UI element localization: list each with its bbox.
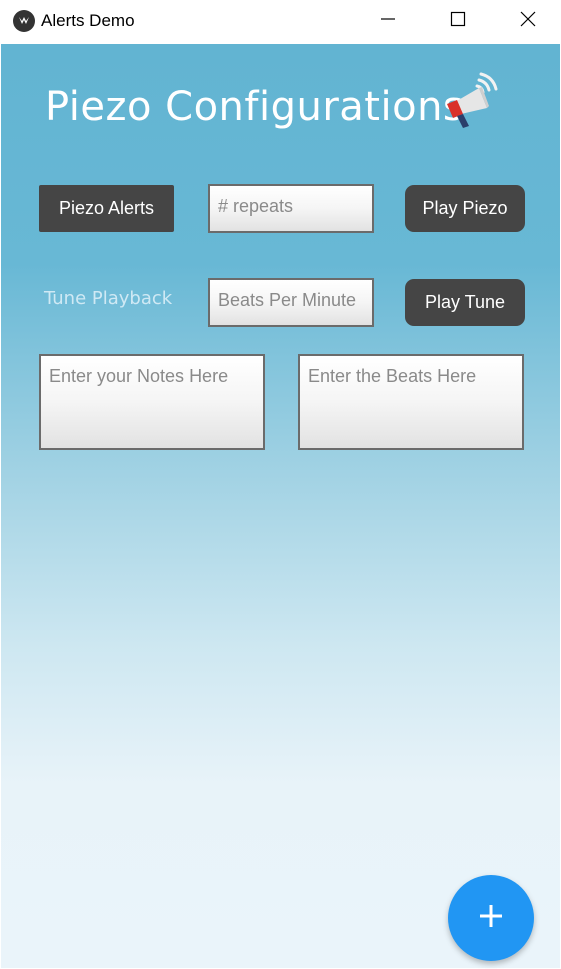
megaphone-icon — [441, 72, 499, 130]
maximize-button[interactable] — [435, 0, 481, 42]
notes-input[interactable]: Enter your Notes Here — [39, 354, 265, 450]
repeats-input[interactable]: # repeats — [208, 184, 374, 233]
maximize-icon — [450, 11, 466, 31]
minimize-icon — [380, 11, 396, 31]
app-window: Alerts Demo Piezo Configurations Piezo A… — [0, 0, 561, 969]
close-icon — [520, 11, 536, 31]
kivy-app-icon — [13, 10, 35, 32]
page-title: Piezo Configurations — [45, 84, 465, 130]
piezo-alerts-button[interactable]: Piezo Alerts — [39, 185, 174, 232]
bpm-input[interactable]: Beats Per Minute — [208, 278, 374, 327]
add-button[interactable] — [448, 875, 534, 961]
close-button[interactable] — [505, 0, 551, 42]
play-piezo-button[interactable]: Play Piezo — [405, 185, 525, 232]
plus-icon — [478, 903, 504, 933]
window-title: Alerts Demo — [41, 11, 135, 30]
tune-playback-label: Tune Playback — [44, 288, 173, 309]
main-content: Piezo Configurations Piezo Alerts # repe… — [1, 44, 560, 968]
beats-input[interactable]: Enter the Beats Here — [298, 354, 524, 450]
title-bar[interactable]: Alerts Demo — [0, 0, 561, 44]
play-tune-button[interactable]: Play Tune — [405, 279, 525, 326]
minimize-button[interactable] — [365, 0, 411, 42]
